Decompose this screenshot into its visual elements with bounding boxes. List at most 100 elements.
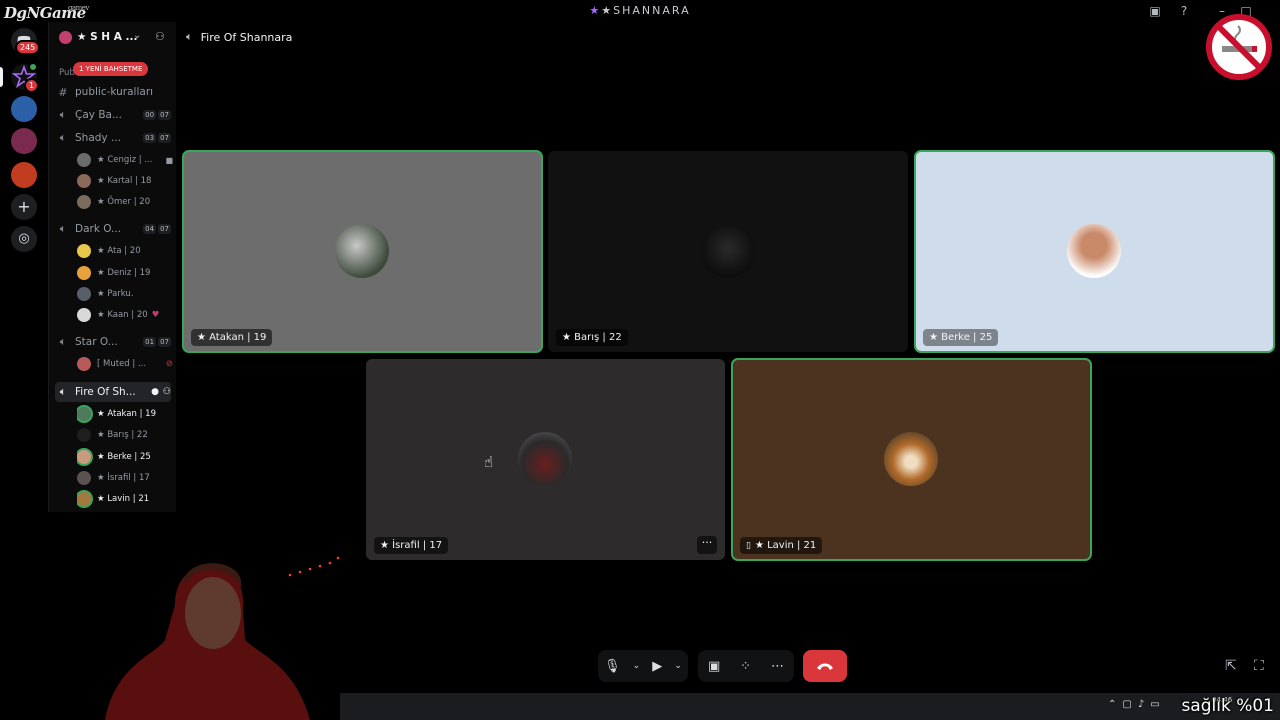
voice-user[interactable]: ★ Barış | 22 <box>77 426 173 444</box>
mouse-cursor: ☝ <box>484 453 494 471</box>
video-tile-israfil[interactable]: ★ İsrafil | 17 ··· ☝ <box>366 359 725 560</box>
avatar <box>77 174 91 188</box>
voice-user[interactable]: ★ Deniz | 19 <box>77 264 173 282</box>
camera-icon: ■ <box>165 155 173 165</box>
hang-up-icon <box>817 663 833 670</box>
channel-fire-of-shannara[interactable]: 🔈︎ Fire Of Sh... ● ⚇ <box>55 382 171 402</box>
avatar <box>77 308 91 322</box>
popout-icon[interactable]: ⇱ <box>1225 658 1237 674</box>
streamer-webcam <box>95 545 345 720</box>
avatar <box>77 450 91 464</box>
chevron-down-icon[interactable]: ⌄ <box>674 661 682 671</box>
server-2[interactable] <box>11 96 37 122</box>
avatar <box>77 471 91 485</box>
more-options-button[interactable]: ··· <box>697 536 717 554</box>
inbox-icon[interactable]: ▣ <box>1147 3 1163 19</box>
speaker-icon: 🔈︎ <box>59 108 67 121</box>
add-server-icon[interactable]: + <box>11 194 37 220</box>
server-icon <box>59 31 72 44</box>
voice-active-indicator <box>28 62 38 72</box>
voice-user[interactable]: ★ Atakan | 19 <box>77 405 173 423</box>
avatar <box>701 224 755 278</box>
voice-user[interactable]: ★ Kartal | 18 <box>77 172 173 190</box>
voice-user[interactable]: ★ Cengiz | ... ■ <box>77 151 173 169</box>
video-tile-berke[interactable]: ★ Berke | 25 <box>914 150 1275 353</box>
no-smoking-icon <box>1206 14 1272 80</box>
voice-user[interactable]: [ Muted | ... ⊘ <box>77 355 173 373</box>
chat-icon[interactable]: ● <box>151 387 159 397</box>
avatar <box>77 287 91 301</box>
avatar <box>77 492 91 506</box>
tile-nameplate: ★ Atakan | 19 <box>191 329 273 346</box>
channel-sidebar: ★ S H A ... ⌄ ⚇ Publ 1 YENİ BAHSETME # pu… <box>48 22 176 512</box>
microphone-icon[interactable]: 🎙︎ <box>604 659 621 674</box>
voice-user[interactable]: ★ Parku. <box>77 285 173 303</box>
voice-user[interactable]: ★ İsrafil | 17 <box>77 469 173 487</box>
tile-nameplate: ★ Berke | 25 <box>923 329 999 346</box>
new-mention-badge[interactable]: 1 YENİ BAHSETME <box>73 62 149 76</box>
server-4[interactable] <box>11 162 37 188</box>
speaker-icon: 🔈︎ <box>59 131 67 144</box>
title-bar: ★ ★SHANNARA ▣ ? – □ <box>0 0 1280 22</box>
channel-public-kurallari[interactable]: # public-kuralları <box>55 82 171 102</box>
server-badge: 1 <box>24 78 40 93</box>
tray-icons[interactable]: ⌃▢♪▭ <box>1108 699 1166 710</box>
watermark-logo: DgNGame gamev <box>4 4 89 22</box>
avatar <box>77 428 91 442</box>
mobile-icon: ▯ <box>746 540 751 551</box>
health-overlay: sağlık %01 <box>1181 696 1274 716</box>
avatar <box>77 357 91 371</box>
mic-camera-controls: 🎙︎ ⌄ ▶︎ ⌄ <box>598 650 688 682</box>
invite-icon[interactable]: ⚇ <box>155 30 165 43</box>
voice-channel-title: Fire Of Shannara <box>200 30 293 44</box>
avatar <box>1067 224 1121 278</box>
window-title: ★ ★SHANNARA <box>589 4 691 17</box>
voice-channel-header: 🔈︎ Fire Of Shannara <box>186 30 292 44</box>
tile-nameplate: ★ İsrafil | 17 <box>374 537 449 554</box>
activity-controls: ▣ ⁘ ⋯ <box>698 650 794 682</box>
avatar <box>77 266 91 280</box>
heart-icon: ♥ <box>151 310 160 320</box>
fullscreen-icon[interactable]: ⛶ <box>1254 658 1264 674</box>
disconnect-button[interactable] <box>803 650 847 682</box>
tile-nameplate: ★ Barış | 22 <box>556 329 628 346</box>
hash-icon: # <box>58 85 68 99</box>
avatar <box>77 244 91 258</box>
home-badge: 245 <box>15 40 41 55</box>
avatar <box>77 195 91 209</box>
voice-user[interactable]: ★ Ömer | 20 <box>77 193 173 211</box>
voice-user[interactable]: ★ Kaan | 20 ♥ <box>77 306 173 324</box>
camera-off-icon[interactable]: ▶︎ <box>652 659 662 674</box>
server-rail: 245 1 + ◎ <box>0 22 48 512</box>
chevron-down-icon[interactable]: ⌄ <box>133 30 141 41</box>
add-member-icon[interactable]: ⚇ <box>163 387 171 397</box>
speaker-icon: 🔈︎ <box>59 222 67 235</box>
voice-user[interactable]: ★ Ata | 20 <box>77 242 173 260</box>
server-3[interactable] <box>11 128 37 154</box>
voice-user[interactable]: ★ Berke | 25 <box>77 448 173 466</box>
active-server-pill <box>0 67 3 87</box>
video-tile-baris[interactable]: ★ Barış | 22 <box>548 151 908 352</box>
help-icon[interactable]: ? <box>1176 3 1192 19</box>
muted-icon: ⊘ <box>165 359 173 369</box>
speaker-icon: 🔈︎ <box>59 385 67 398</box>
channel-cay[interactable]: 🔈︎ Çay Ba... 00 07 <box>55 105 171 125</box>
avatar <box>77 153 91 167</box>
more-icon[interactable]: ⋯ <box>771 659 784 674</box>
voice-user[interactable]: ★ Lavin | 21 <box>77 490 173 508</box>
channel-dark[interactable]: 🔈︎ Dark O... 04 07 <box>55 219 171 239</box>
avatar <box>335 224 389 278</box>
channel-star[interactable]: 🔈︎ Star O... 01 07 <box>55 332 171 352</box>
channel-shady[interactable]: 🔈︎ Shady ... 03 07 <box>55 128 171 148</box>
os-taskbar: ⌃▢♪▭ 04:46 <box>340 693 1280 720</box>
video-tile-lavin[interactable]: ▯ ★ Lavin | 21 <box>731 358 1092 561</box>
speaker-icon: 🔈︎ <box>186 30 193 43</box>
screen-share-icon[interactable]: ▣ <box>708 659 720 674</box>
activities-icon[interactable]: ⁘ <box>740 659 751 674</box>
server-header[interactable]: ★ S H A ... ⌄ ⚇ <box>49 22 177 54</box>
avatar <box>884 432 938 486</box>
avatar <box>77 407 91 421</box>
video-tile-atakan[interactable]: ★ Atakan | 19 <box>182 150 543 353</box>
discover-icon[interactable]: ◎ <box>11 226 37 252</box>
chevron-down-icon[interactable]: ⌄ <box>633 661 641 671</box>
